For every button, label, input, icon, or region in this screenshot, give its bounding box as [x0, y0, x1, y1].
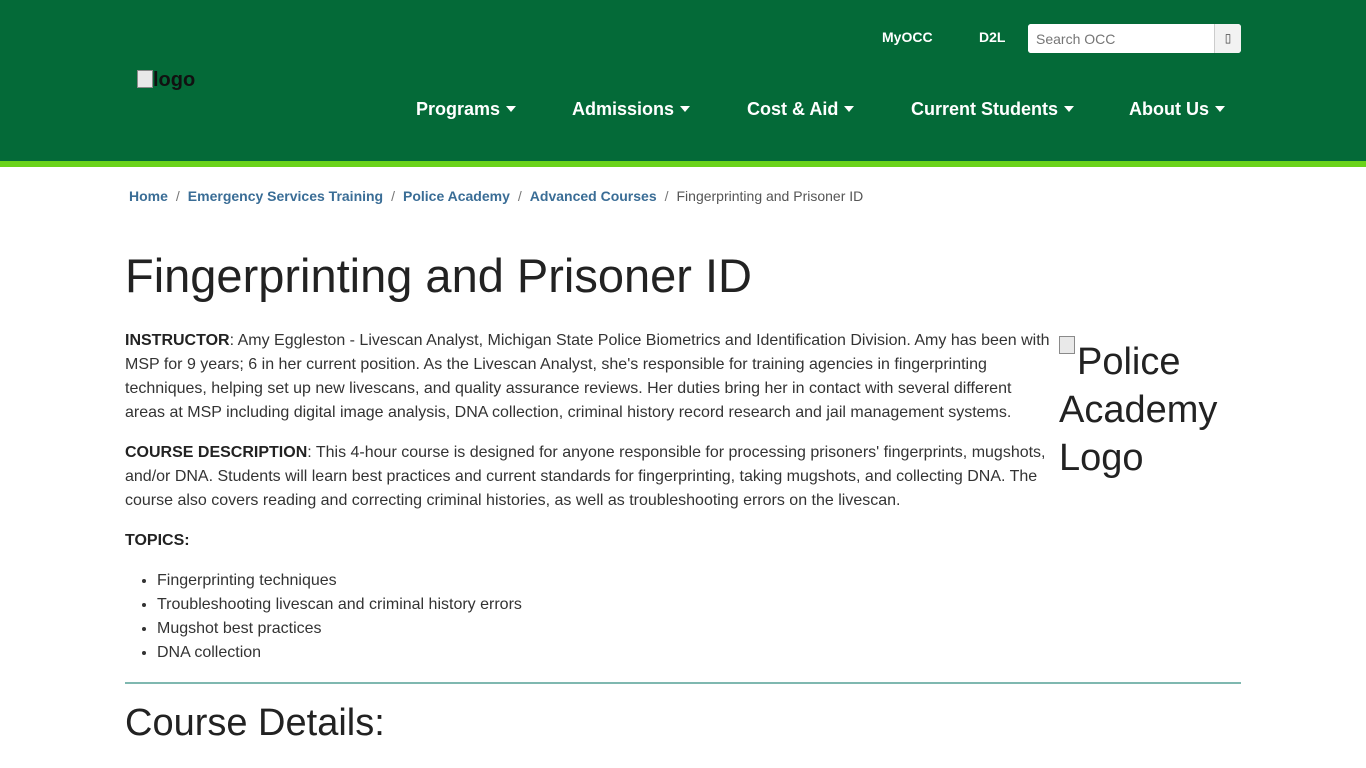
section-divider	[125, 682, 1241, 684]
nav-label: Cost & Aid	[747, 99, 839, 119]
broken-image-icon	[1059, 336, 1075, 354]
topics-label: TOPICS:	[125, 532, 190, 549]
course-content: INSTRUCTOR: Amy Eggleston - Livescan Ana…	[125, 329, 1055, 665]
myocc-link[interactable]: MyOCC	[882, 29, 933, 45]
breadcrumb: Home / Emergency Services Training / Police …	[129, 188, 863, 204]
nav-about-us[interactable]: About Us	[1129, 99, 1225, 120]
caret-down-icon	[1064, 106, 1075, 112]
list-item: Mugshot best practices	[157, 617, 1055, 641]
page-title: Fingerprinting and Prisoner ID	[125, 249, 752, 302]
header-accent-stripe	[0, 161, 1366, 167]
instructor-label: INSTRUCTOR	[125, 332, 230, 349]
breadcrumb-police-academy[interactable]: Police Academy	[403, 188, 510, 204]
broken-image-icon	[137, 70, 153, 88]
list-item: DNA collection	[157, 641, 1055, 665]
search-input[interactable]	[1028, 24, 1213, 53]
caret-down-icon	[506, 106, 517, 112]
instructor-paragraph: INSTRUCTOR: Amy Eggleston - Livescan Ana…	[125, 329, 1055, 425]
description-paragraph: COURSE DESCRIPTION: This 4-hour course i…	[125, 441, 1055, 513]
d2l-link[interactable]: D2L	[979, 29, 1005, 45]
breadcrumb-separator: /	[391, 188, 396, 204]
site-logo[interactable]: logo	[137, 66, 217, 96]
caret-down-icon	[1215, 106, 1225, 112]
breadcrumb-current: Fingerprinting and Prisoner ID	[676, 188, 864, 204]
police-academy-logo-image: Police Academy Logo	[1059, 336, 1249, 482]
topics-list: Fingerprinting techniques Troubleshootin…	[125, 569, 1055, 665]
search-button[interactable]: ▯	[1214, 24, 1241, 53]
search-box: ▯	[1028, 24, 1241, 53]
nav-admissions[interactable]: Admissions	[572, 99, 691, 120]
caret-down-icon	[844, 106, 855, 112]
search-icon: ▯	[1224, 31, 1232, 45]
breadcrumb-advanced-courses[interactable]: Advanced Courses	[530, 188, 657, 204]
nav-current-students[interactable]: Current Students	[911, 99, 1075, 120]
nav-label: Programs	[416, 99, 501, 119]
topics-heading: TOPICS:	[125, 529, 1055, 553]
list-item: Troubleshooting livescan and criminal hi…	[157, 593, 1055, 617]
nav-programs[interactable]: Programs	[416, 99, 517, 120]
list-item: Fingerprinting techniques	[157, 569, 1055, 593]
logo-alt-text: logo	[153, 69, 196, 91]
course-details-heading: Course Details:	[125, 702, 385, 744]
caret-down-icon	[680, 106, 691, 112]
instructor-text: : Amy Eggleston - Livescan Analyst, Mich…	[125, 332, 1050, 421]
description-label: COURSE DESCRIPTION	[125, 444, 308, 461]
image-alt-text: Police Academy Logo	[1059, 341, 1218, 479]
breadcrumb-emergency-services[interactable]: Emergency Services Training	[188, 188, 383, 204]
nav-label: Admissions	[572, 99, 675, 119]
breadcrumb-home[interactable]: Home	[129, 188, 168, 204]
nav-label: About Us	[1129, 99, 1209, 119]
nav-label: Current Students	[911, 99, 1059, 119]
breadcrumb-separator: /	[664, 188, 669, 204]
nav-cost-aid[interactable]: Cost & Aid	[747, 99, 855, 120]
breadcrumb-separator: /	[175, 188, 180, 204]
breadcrumb-separator: /	[517, 188, 522, 204]
